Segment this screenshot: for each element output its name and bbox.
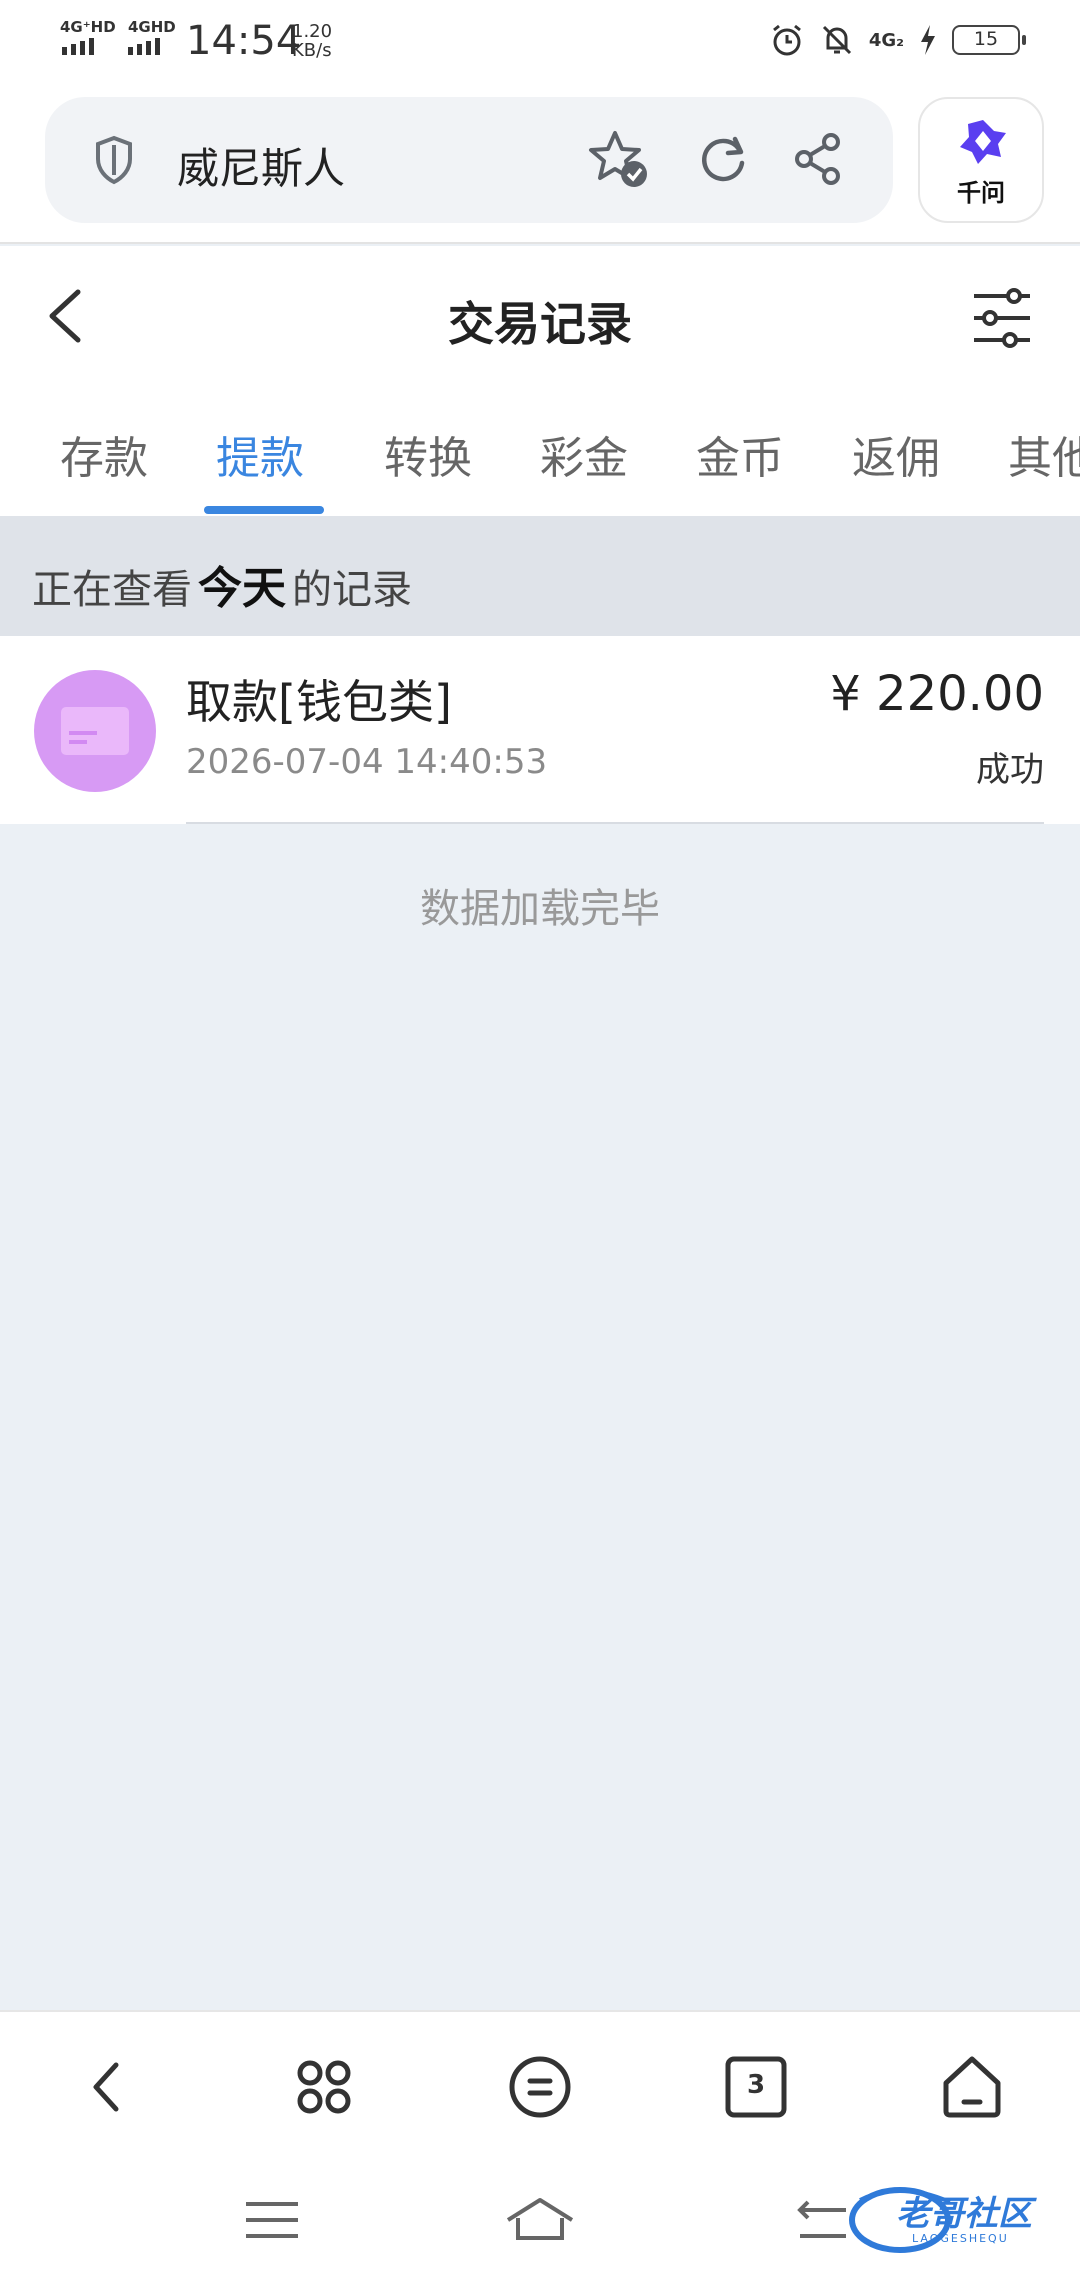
tab-other[interactable]: 其他 <box>1008 422 1080 486</box>
tab-convert[interactable]: 转换 <box>384 422 472 486</box>
mute-bell-icon <box>822 25 851 55</box>
nav-apps-icon[interactable] <box>284 2047 364 2127</box>
watermark-text: 老哥社区 <box>896 2194 1032 2234</box>
browser-bottom-nav: 3 <box>0 2010 1080 2160</box>
filter-prefix: 正在查看 <box>32 567 192 613</box>
nav-home-icon[interactable] <box>932 2047 1012 2127</box>
signal-icon-1 <box>62 38 94 55</box>
share-icon[interactable] <box>791 131 847 187</box>
tab-coins[interactable]: 金币 <box>696 422 784 486</box>
speed-value: 1.20 <box>292 21 333 42</box>
load-complete-text: 数据加载完毕 <box>420 886 660 932</box>
record-title: 取款[钱包类] <box>186 675 452 729</box>
category-tabs: 存款 提款 转换 彩金 金币 返佣 其他 <box>0 386 1080 516</box>
refresh-icon[interactable] <box>695 131 751 187</box>
tab-deposit[interactable]: 存款 <box>60 422 148 486</box>
browser-toolbar: 威尼斯人 千问 <box>0 84 1080 244</box>
clock: 14:54 <box>186 18 302 64</box>
system-menu-icon[interactable] <box>232 2190 312 2250</box>
favorite-star-icon[interactable] <box>587 127 651 191</box>
network-speed: 1.20 KB/s <box>292 22 332 60</box>
filter-period[interactable]: 今天 <box>198 563 286 614</box>
url-text[interactable]: 威尼斯人 <box>177 135 345 196</box>
ai-assistant-label: 千问 <box>957 179 1005 207</box>
record-time: 2026-07-04 14:40:53 <box>186 742 548 782</box>
signal-icon-2 <box>128 38 160 55</box>
page-header: 交易记录 <box>0 246 1080 386</box>
network-label-3: 4G₂ <box>868 29 904 51</box>
nav-back-icon[interactable] <box>66 2047 146 2127</box>
tab-rebate[interactable]: 返佣 <box>852 422 940 486</box>
status-icons: 4G₂ 15 <box>769 22 1026 58</box>
divider <box>186 822 1044 824</box>
record-status: 成功 <box>976 750 1044 790</box>
tab-withdraw[interactable]: 提款 <box>216 422 304 486</box>
charging-icon <box>921 25 935 55</box>
filter-suffix: 的记录 <box>292 567 412 613</box>
status-bar: 4G⁺HD 4GHD 14:54 1.20 KB/s 4G₂ 15 <box>0 0 1080 84</box>
active-tab-indicator <box>204 506 324 514</box>
record-amount: ¥ 220.00 <box>830 666 1044 722</box>
watermark-subtext: LAOGESHEQU <box>912 2232 1009 2245</box>
filter-text: 正在查看 今天 的记录 <box>32 552 412 616</box>
alarm-icon <box>772 24 801 56</box>
ai-assistant-button[interactable]: 千问 <box>918 97 1044 223</box>
address-bar[interactable]: 威尼斯人 <box>45 97 893 223</box>
battery-icon: 15 <box>952 25 1026 55</box>
system-home-icon[interactable] <box>500 2190 580 2250</box>
network-label-2: 4GHD <box>128 18 176 36</box>
page-title: 交易记录 <box>448 297 632 351</box>
speed-unit: KB/s <box>292 40 332 61</box>
network-label-1: 4G⁺HD <box>60 18 116 36</box>
filter-sliders-icon[interactable] <box>970 286 1034 350</box>
nav-menu-icon[interactable] <box>500 2047 580 2127</box>
qianwen-logo-icon <box>960 120 1006 164</box>
filter-banner[interactable]: 正在查看 今天 的记录 <box>0 516 1080 636</box>
list-item[interactable]: 取款[钱包类] 2026-07-04 14:40:53 ¥ 220.00 成功 <box>0 636 1080 824</box>
nav-tabs-button[interactable]: 3 <box>716 2047 796 2127</box>
card-icon <box>34 670 156 792</box>
tab-bonus[interactable]: 彩金 <box>540 422 628 486</box>
shield-icon[interactable] <box>93 135 135 185</box>
tab-count: 3 <box>746 2070 766 2100</box>
